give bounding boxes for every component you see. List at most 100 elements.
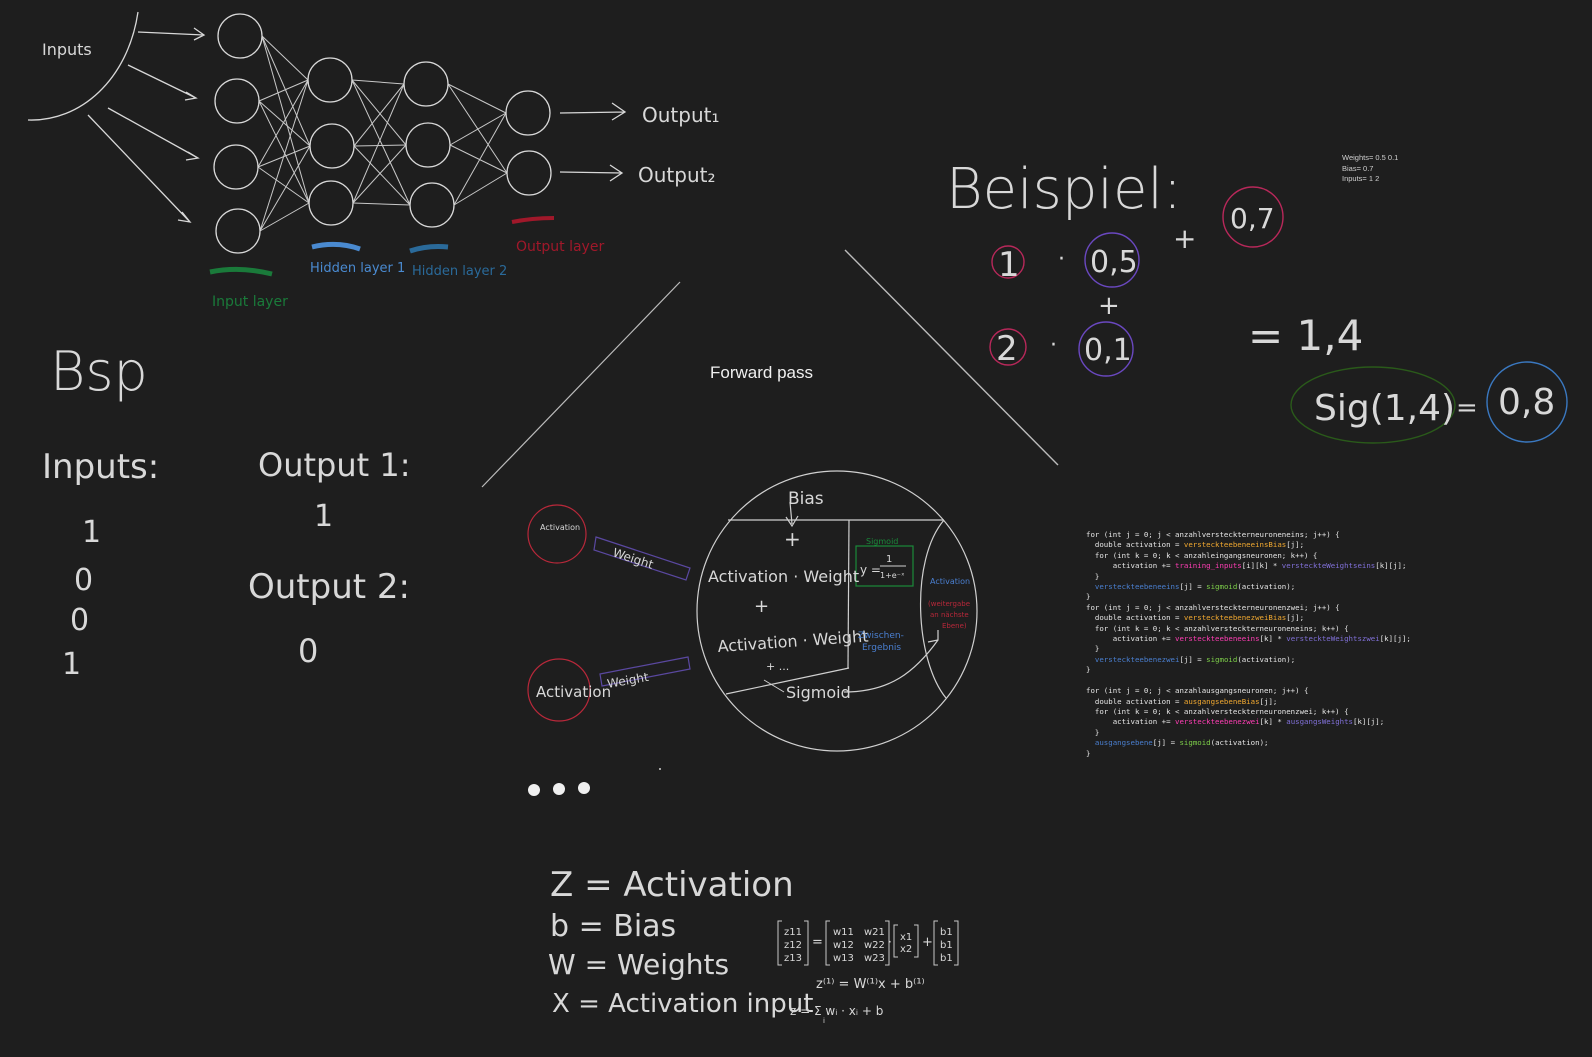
- hidden-layer1-label: Hidden layer 1: [310, 261, 405, 276]
- stray-dot: [659, 768, 661, 770]
- sigmoid-formula-num: 1: [886, 554, 892, 565]
- network-connection: [261, 35, 311, 147]
- hidden-layer1-marker: [311, 241, 361, 252]
- network-connection: [257, 166, 310, 204]
- bias-label: Bias: [788, 489, 824, 509]
- input-arrow: [107, 107, 200, 161]
- code-snippet: for (int j = 0; j < anzahlversteckterneu…: [1086, 530, 1411, 759]
- network-connection: [449, 144, 508, 174]
- hidden-layer2-marker: [409, 244, 449, 254]
- example-note: Weights= 0.5 0.1 Bias= 0.7 Inputs= 1 2: [1342, 153, 1398, 185]
- output1-label: Output₁: [642, 103, 720, 127]
- output-arrow-1: [559, 102, 627, 121]
- hidden1-node-1: [307, 57, 353, 103]
- forward-pass-title: Forward pass: [710, 363, 813, 382]
- code-line: activation += training_inputs[i][k] * ve…: [1086, 561, 1407, 571]
- neuron-plus-top: +: [784, 527, 801, 551]
- sigmoid-formula-lhs: y =: [860, 563, 881, 577]
- output-node-2: [506, 150, 552, 196]
- code-line: versteckteebeneeins[j] = sigmoid(activat…: [1094, 582, 1296, 592]
- neuron-line1: Activation · Weight: [708, 567, 859, 586]
- legend-eq1: z⁽¹⁾ = W⁽¹⁾x + b⁽¹⁾: [816, 977, 925, 992]
- bsp-output1-heading: Output 1:: [258, 446, 410, 484]
- ergebnis-label: Ergebnis: [862, 643, 901, 653]
- hidden2-node-3: [409, 182, 455, 228]
- input-layer-label: Input layer: [212, 294, 288, 310]
- hidden-layer2-label: Hidden layer 2: [412, 264, 507, 279]
- beispiel-eq: =: [1456, 393, 1478, 423]
- network-connection: [447, 83, 507, 114]
- divider-left: [481, 281, 681, 488]
- network-connection: [447, 83, 508, 174]
- sigmoid-formula-den: 1+e⁻ˣ: [880, 571, 905, 580]
- network-diagram: [27, 11, 627, 277]
- weitergabe-line2: an nächste: [930, 611, 969, 619]
- input-arc: [27, 11, 139, 121]
- beispiel-a2: 2: [996, 329, 1018, 369]
- pager-dot-2[interactable]: [553, 783, 565, 795]
- beispiel-dot2: ·: [1050, 333, 1057, 358]
- input-layer-marker: [209, 266, 273, 277]
- bsp-input-1: 0: [74, 563, 93, 598]
- matrix-b-cell: b1: [940, 927, 953, 938]
- code-line: }: [1086, 665, 1091, 675]
- legend-x: X = Activation input: [552, 989, 813, 1019]
- code-line: versteckteebenezwei[j] = sigmoid(activat…: [1094, 654, 1296, 664]
- matrix-plus: +: [922, 935, 933, 950]
- pager-dot-1[interactable]: [528, 784, 540, 796]
- beispiel-w1: 0,5: [1090, 245, 1138, 280]
- input-arrow: [137, 27, 206, 41]
- network-connection: [353, 145, 411, 206]
- network-connection: [261, 35, 309, 81]
- input-node-2: [214, 78, 260, 124]
- hidden1-node-3: [308, 180, 354, 226]
- neuron-divider-right: [919, 519, 947, 699]
- sigmoid-label: Sigmoid: [786, 683, 851, 702]
- note-bias: Bias= 0.7: [1342, 163, 1374, 173]
- input-node-4: [215, 208, 261, 254]
- matrix-w-cell: w12: [833, 940, 854, 951]
- matrix-w-cell: w21: [864, 927, 885, 938]
- matrix-eq: =: [812, 935, 823, 950]
- pager-dots[interactable]: [528, 782, 590, 796]
- activation-right-label: Activation: [930, 577, 970, 586]
- network-connection: [351, 79, 407, 146]
- legend-b: b = Bias: [550, 909, 676, 944]
- bsp-title: Bsp: [50, 340, 148, 403]
- neuron-dots: + ...: [766, 660, 789, 673]
- legend-z: Z = Activation: [550, 865, 794, 905]
- beispiel-w2: 0,1: [1084, 333, 1132, 368]
- network-connection: [353, 83, 405, 147]
- legend-eq2: z = Σ wᵢ · xᵢ + b: [790, 1004, 883, 1018]
- output-arrow-2: [559, 164, 624, 182]
- pager-dot-3[interactable]: [578, 782, 590, 794]
- hidden2-node-1: [403, 61, 449, 107]
- bsp-input-0: 1: [82, 515, 101, 550]
- matrix-z-cell: z12: [784, 940, 802, 951]
- code-line: activation += versteckteebeneeins[k] * v…: [1086, 634, 1411, 644]
- matrix-w-cell: w11: [833, 927, 854, 938]
- matrix-x-cell: x2: [900, 944, 912, 955]
- matrix-b-cell: b1: [940, 940, 953, 951]
- neuron-line2: Activation · Weight: [717, 626, 869, 655]
- hidden1-node-2: [309, 123, 355, 169]
- matrix-w-cell: w13: [833, 953, 854, 964]
- output-layer-marker: [511, 216, 555, 224]
- code-line: for (int k = 0; k < anzahlversteckterneu…: [1086, 706, 1349, 716]
- matrix-z-cell: z11: [784, 927, 802, 938]
- legend-w: W = Weights: [548, 948, 729, 981]
- neuron-plus: +: [754, 596, 769, 617]
- code-line: }: [1086, 748, 1091, 758]
- bsp-output1-value: 1: [314, 499, 333, 534]
- code-line: }: [1086, 592, 1091, 602]
- matrix-b-cell: b1: [940, 953, 953, 964]
- code-line: activation += versteckteebenezwei[k] * a…: [1086, 717, 1385, 727]
- network-connection: [453, 172, 508, 206]
- weight2-label: Weight: [606, 670, 650, 691]
- matrix-w-cell: w22: [864, 940, 885, 951]
- network-connection: [352, 202, 411, 206]
- code-line: for (int j = 0; j < anzahlversteckterneu…: [1086, 602, 1340, 612]
- beispiel-title: Beispiel:: [946, 157, 1182, 222]
- code-line: for (int j = 0; j < anzahlausgangsneuron…: [1086, 686, 1309, 696]
- whiteboard-canvas[interactable]: Inputs Output₁ Output₂ Input layer Hidde…: [0, 0, 1592, 1057]
